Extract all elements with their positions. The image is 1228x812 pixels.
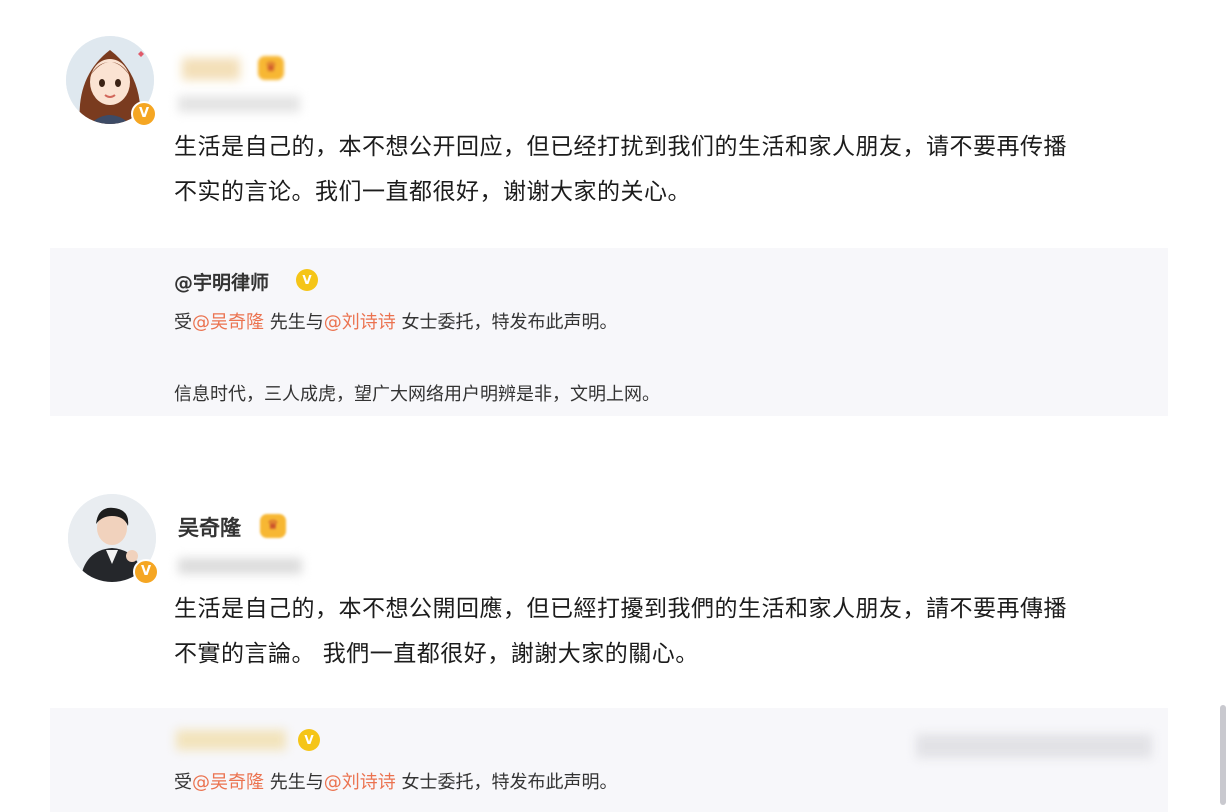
verified-badge-icon: V <box>133 559 159 585</box>
post-text-line-2: 不实的言论。我们一直都很好，谢谢大家的关心。 <box>174 179 691 205</box>
mention-link[interactable]: @刘诗诗 <box>324 312 396 333</box>
quoted-author[interactable]: @宇明律师 <box>174 268 269 295</box>
mention-link[interactable]: @吴奇隆 <box>192 312 264 333</box>
quoted-post[interactable]: @宇明律师 V 受@吴奇隆 先生与@刘诗诗 女士委托，特发布此声明。 信息时代，… <box>50 248 1168 416</box>
post-meta-blurred <box>178 96 300 112</box>
verified-badge-icon: V <box>131 101 157 127</box>
mention-link[interactable]: @吴奇隆 <box>192 772 264 793</box>
post-meta-blurred <box>178 558 302 574</box>
post-text-line-1: 生活是自己的，本不想公開回應，但已經打擾到我們的生活和家人朋友，請不要再傳播 <box>174 596 1067 622</box>
quoted-text-suffix: 女士委托，特发布此声明。 <box>395 772 618 793</box>
quoted-text-line-2: 信息时代，三人成虎，望广大网络用户明辨是非，文明上网。 <box>174 384 660 405</box>
quoted-text-suffix: 女士委托，特发布此声明。 <box>395 312 618 333</box>
post-1: V ♛ 生活是自己的，本不想公开回应，但已经打扰到我们的生活和家人朋友，请不要再… <box>0 0 1228 430</box>
quoted-text-prefix: 受 <box>174 312 192 333</box>
vip-crown-icon: ♛ <box>260 514 286 538</box>
mention-link[interactable]: @刘诗诗 <box>324 772 396 793</box>
quoted-text-prefix: 受 <box>174 772 192 793</box>
scrollbar[interactable] <box>1220 705 1226 805</box>
verified-badge-icon: V <box>296 269 318 291</box>
vip-crown-icon: ♛ <box>258 56 284 80</box>
watermark-blurred <box>916 734 1152 758</box>
quoted-text-mid: 先生与 <box>264 772 324 793</box>
quoted-text-line-1: 受@吴奇隆 先生与@刘诗诗 女士委托，特发布此声明。 <box>174 308 617 334</box>
post-text-line-2: 不實的言論。 我們一直都很好，謝謝大家的關心。 <box>174 641 699 667</box>
post-2: V 吴奇隆 ♛ 生活是自己的，本不想公開回應，但已經打擾到我們的生活和家人朋友，… <box>0 470 1228 812</box>
author-name[interactable]: 吴奇隆 <box>178 512 241 542</box>
verified-badge-icon: V <box>298 729 320 751</box>
quoted-text-line-1: 受@吴奇隆 先生与@刘诗诗 女士委托，特发布此声明。 <box>174 768 617 794</box>
author-name-blurred <box>182 58 240 80</box>
post-text-line-1: 生活是自己的，本不想公开回应，但已经打扰到我们的生活和家人朋友，请不要再传播 <box>174 134 1067 160</box>
quoted-text-mid: 先生与 <box>264 312 324 333</box>
quoted-author-blurred <box>176 730 286 750</box>
quoted-post[interactable]: V 受@吴奇隆 先生与@刘诗诗 女士委托，特发布此声明。 <box>50 708 1168 812</box>
